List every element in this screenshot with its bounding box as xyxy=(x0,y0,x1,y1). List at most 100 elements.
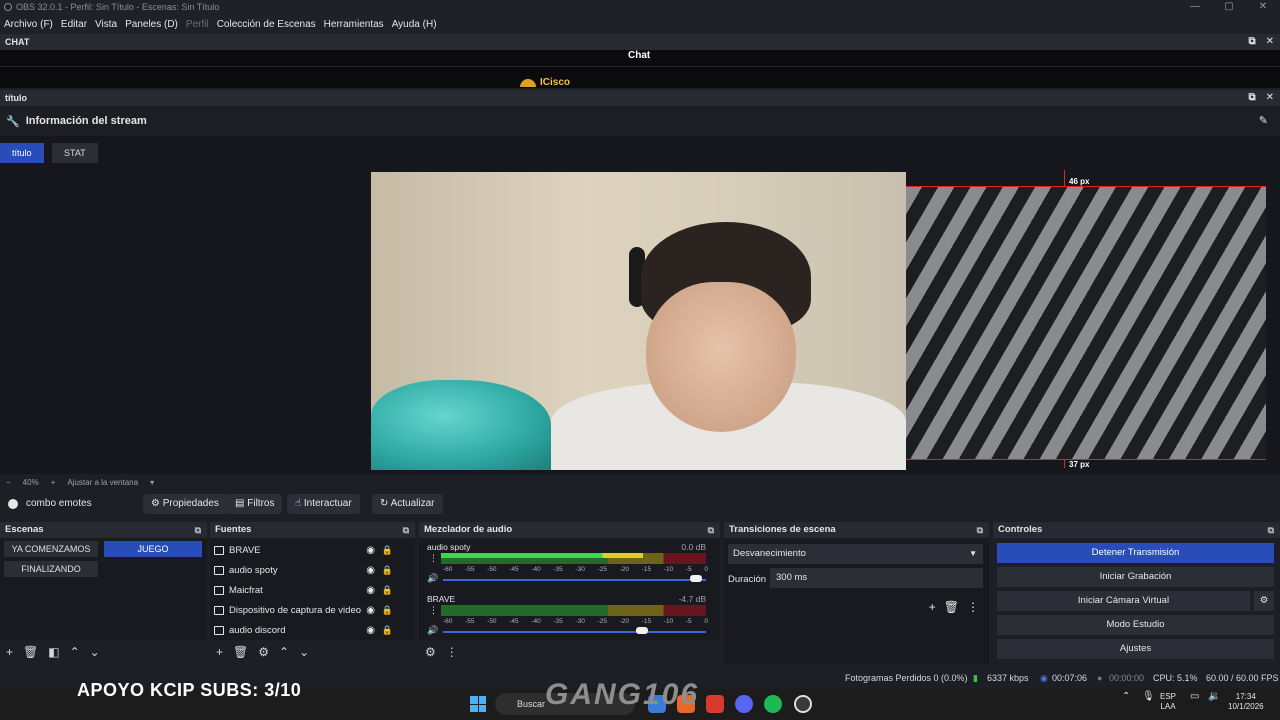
dock-menu-icon[interactable]: ⧉ xyxy=(1268,522,1274,538)
source-item-maicfrat[interactable]: Maicfrat ◉ 🔒 xyxy=(214,581,401,599)
menu-ayuda[interactable]: Ayuda (H) xyxy=(392,19,437,30)
tab-stat[interactable]: STAT xyxy=(52,143,98,163)
spotify-icon[interactable] xyxy=(764,695,782,713)
obs-taskbar-icon[interactable] xyxy=(794,695,812,713)
mixer-menu-icon[interactable]: ⋮ xyxy=(446,645,458,659)
menu-vista[interactable]: Vista xyxy=(95,19,117,30)
volume-fader-track[interactable] xyxy=(443,579,706,581)
discord-icon[interactable] xyxy=(735,695,753,713)
volume-fader-track[interactable] xyxy=(443,631,706,633)
advanced-audio-icon[interactable]: ⚙ xyxy=(425,645,436,659)
visibility-eye-icon[interactable]: ◉ xyxy=(366,585,375,596)
move-up-icon[interactable]: ⌃ xyxy=(279,645,289,659)
chevron-down-icon[interactable]: ▾ xyxy=(150,478,154,487)
lock-icon[interactable]: 🔒 xyxy=(382,545,393,556)
scene-filters-icon[interactable]: ◧ xyxy=(48,645,59,659)
channel-menu-icon[interactable]: ⋮ xyxy=(429,605,438,616)
menu-perfil[interactable]: Perfil xyxy=(186,19,209,30)
scene-juego[interactable]: JUEGO xyxy=(104,541,202,557)
filters-button[interactable]: ▤ Filtros xyxy=(227,494,283,514)
speaker-icon[interactable]: 🔊 xyxy=(427,625,438,636)
preview-canvas[interactable]: 46 px 37 px xyxy=(0,166,1280,474)
source-item-video-capture[interactable]: Dispositivo de captura de video ◉ 🔒 xyxy=(214,601,401,619)
scene-finalizando[interactable]: FINALIZANDO xyxy=(4,561,98,577)
add-source-icon[interactable]: + xyxy=(216,645,223,659)
source-item-brave[interactable]: BRAVE ◉ 🔒 xyxy=(214,541,401,559)
dock-menu-icon[interactable]: ⧉ xyxy=(977,522,983,538)
start-recording-button[interactable]: Iniciar Grabación xyxy=(997,567,1274,587)
move-up-icon[interactable]: ⌃ xyxy=(70,645,80,659)
transition-menu-icon[interactable]: ⋮ xyxy=(967,600,979,614)
zoom-mode-select[interactable]: Ajustar a la ventana xyxy=(67,478,138,487)
source-item-audio-spoty[interactable]: audio spoty ◉ 🔒 xyxy=(214,561,401,579)
properties-button[interactable]: ⚙ Propiedades xyxy=(143,494,227,514)
move-down-icon[interactable]: ⌄ xyxy=(299,645,309,659)
menu-paneles[interactable]: Paneles (D) xyxy=(125,19,178,30)
visibility-eye-icon[interactable]: ◉ xyxy=(366,625,375,636)
menu-coleccion-escenas[interactable]: Colección de Escenas xyxy=(217,19,316,30)
float-dock-icon[interactable]: ⧉ xyxy=(1248,90,1255,106)
interact-button[interactable]: ☝ Interactuar xyxy=(287,494,360,514)
language-indicator[interactable]: ESP LAA xyxy=(1160,692,1176,712)
windows-start-icon[interactable] xyxy=(470,696,486,712)
float-dock-icon[interactable]: ⧉ xyxy=(1248,34,1255,50)
move-down-icon[interactable]: ⌄ xyxy=(90,645,100,659)
visibility-eye-icon[interactable]: ◉ xyxy=(366,565,375,576)
virtual-camera-settings-icon[interactable]: ⚙ xyxy=(1254,591,1274,611)
menu-editar[interactable]: Editar xyxy=(61,19,87,30)
clock-date: 10/1/2026 xyxy=(1228,702,1264,711)
taskbar-search-label: Buscar xyxy=(517,699,546,709)
tab-bar: título STAT xyxy=(0,136,1280,166)
webcam-video-source[interactable] xyxy=(371,172,906,470)
window-title: OBS 32.0.1 - Perfil: Sin Título - Escena… xyxy=(16,2,220,12)
duration-input[interactable]: 300 ms xyxy=(770,568,983,588)
network-icon[interactable]: ▭ xyxy=(1190,692,1199,702)
speaker-icon[interactable]: 🔊 xyxy=(427,573,438,584)
minimize-button[interactable]: — xyxy=(1178,0,1212,14)
zoom-in-icon[interactable]: + xyxy=(51,478,56,487)
source-settings-icon[interactable]: ⚙ xyxy=(258,645,269,659)
tab-titulo[interactable]: título xyxy=(0,143,44,163)
visibility-eye-icon[interactable]: ◉ xyxy=(366,605,375,616)
close-dock-icon[interactable]: ✕ xyxy=(1266,90,1274,106)
maximize-button[interactable]: ▢ xyxy=(1212,0,1246,14)
volume-icon[interactable]: 🔉 xyxy=(1208,692,1220,702)
edit-pencil-icon[interactable]: ✎ xyxy=(1259,114,1268,127)
add-scene-icon[interactable]: + xyxy=(6,645,13,659)
dock-menu-icon[interactable]: ⧉ xyxy=(403,522,409,538)
brave-browser-icon[interactable] xyxy=(706,695,724,713)
microphone-icon[interactable]: 🎙 xyxy=(1142,692,1155,702)
webcam-pillow xyxy=(371,380,551,470)
dock-menu-icon[interactable]: ⧉ xyxy=(708,522,714,538)
remove-transition-icon[interactable]: 🗑 xyxy=(944,600,959,614)
remove-scene-icon[interactable]: 🗑 xyxy=(23,645,38,659)
clock[interactable]: 17:34 10/1/2026 xyxy=(1228,692,1264,712)
volume-fader-handle[interactable] xyxy=(636,627,648,634)
lock-icon[interactable]: 🔒 xyxy=(382,565,393,576)
recording-icon: ● xyxy=(1097,673,1103,683)
settings-button[interactable]: Ajustes xyxy=(997,639,1274,659)
remove-source-icon[interactable]: 🗑 xyxy=(233,645,248,659)
dock-menu-icon[interactable]: ⧉ xyxy=(195,522,201,538)
scene-ya-comenzamos[interactable]: YA COMENZAMOS xyxy=(4,541,98,557)
menu-herramientas[interactable]: Herramientas xyxy=(324,19,384,30)
start-virtual-camera-button[interactable]: Iniciar Cámara Virtual xyxy=(997,591,1250,611)
lock-icon[interactable]: 🔒 xyxy=(382,585,393,596)
close-button[interactable]: ✕ xyxy=(1246,0,1280,14)
transition-select[interactable]: Desvanecimiento ▼ xyxy=(728,544,983,564)
lock-icon[interactable]: 🔒 xyxy=(382,625,393,636)
volume-fader-handle[interactable] xyxy=(690,575,702,582)
visibility-eye-icon[interactable]: ◉ xyxy=(366,545,375,556)
source-item-audio-discord[interactable]: audio discord ◉ 🔒 xyxy=(214,621,401,639)
tray-chevron-up-icon[interactable]: ⌃ xyxy=(1122,692,1130,702)
studio-mode-button[interactable]: Modo Estudio xyxy=(997,615,1274,635)
record-time: 00:00:00 xyxy=(1109,673,1145,683)
close-dock-icon[interactable]: ✕ xyxy=(1266,34,1274,50)
lock-icon[interactable]: 🔒 xyxy=(382,605,393,616)
channel-menu-icon[interactable]: ⋮ xyxy=(429,553,438,564)
refresh-button[interactable]: ↻ Actualizar xyxy=(372,494,443,514)
menu-archivo[interactable]: Archivo (F) xyxy=(4,19,53,30)
zoom-out-icon[interactable]: − xyxy=(6,478,11,487)
stop-streaming-button[interactable]: Detener Transmisión xyxy=(997,543,1274,563)
add-transition-icon[interactable]: + xyxy=(929,600,936,614)
